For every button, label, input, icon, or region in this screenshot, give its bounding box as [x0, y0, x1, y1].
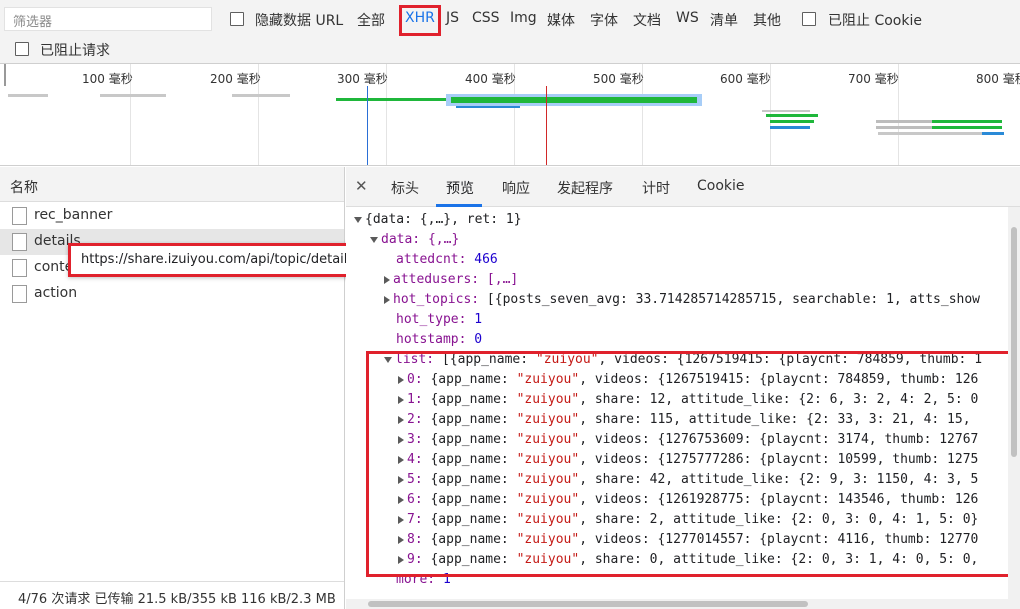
tab-headers[interactable]: 标头: [391, 178, 419, 198]
type-img-button[interactable]: Img: [510, 10, 537, 26]
request-bar: [451, 97, 697, 103]
range-handle[interactable]: [4, 64, 6, 86]
request-bar: [336, 98, 448, 101]
request-bar: [878, 132, 998, 135]
file-icon: [12, 259, 27, 277]
json-root-text: {data: {,…}, ret: 1}: [365, 212, 522, 227]
tab-initiator[interactable]: 发起程序: [557, 178, 613, 198]
list-highlight-box: [366, 351, 1020, 577]
tick-label: 600 毫秒: [720, 72, 771, 86]
file-icon: [12, 285, 27, 303]
url-tooltip: https://share.izuiyou.com/api/topic/deta…: [68, 243, 370, 277]
status-bar: 4/76 次请求 已传输 21.5 kB/355 kB 116 kB/2.3 M…: [0, 581, 344, 609]
xhr-highlight-box: [399, 5, 441, 36]
type-media-button[interactable]: 媒体: [547, 10, 575, 30]
tick-label: 300 毫秒: [337, 72, 388, 86]
collapse-triangle-icon[interactable]: [370, 236, 378, 243]
request-bar: [232, 94, 290, 97]
json-hot-type: hot_type: 1: [396, 312, 482, 332]
type-js-button[interactable]: JS: [446, 10, 459, 26]
file-icon: [12, 233, 27, 251]
detail-tabs: ✕ 标头 预览 响应 发起程序 计时 Cookie: [346, 167, 1020, 207]
tick-label: 100 毫秒: [82, 72, 133, 86]
type-other-button[interactable]: 其他: [753, 10, 781, 30]
request-bar: [932, 126, 1002, 129]
collapse-triangle-icon[interactable]: [354, 216, 362, 223]
active-tab-indicator: [436, 204, 482, 207]
blocked-cookie-label: 已阻止 Cookie: [828, 13, 922, 29]
blocked-cookie-checkbox[interactable]: [802, 12, 816, 26]
request-bar: [762, 110, 810, 112]
filter-input[interactable]: 筛选器: [4, 7, 212, 31]
type-manifest-button[interactable]: 清单: [710, 10, 738, 30]
type-ws-button[interactable]: WS: [676, 10, 699, 26]
expand-triangle-icon[interactable]: [384, 275, 390, 284]
json-attedusers[interactable]: attedusers: [,…]: [384, 272, 518, 292]
request-bar: [456, 106, 520, 108]
type-font-button[interactable]: 字体: [590, 10, 618, 30]
request-row[interactable]: action: [0, 281, 344, 307]
json-value: [{posts_seven_avg: 33.714285714285715, s…: [486, 292, 981, 307]
request-row[interactable]: rec_banner: [0, 203, 344, 229]
dom-content-loaded-marker: [367, 86, 368, 165]
name-column-header[interactable]: 名称: [0, 167, 344, 202]
json-hot-topics[interactable]: hot_topics: [{posts_seven_avg: 33.714285…: [384, 292, 980, 312]
tab-preview[interactable]: 预览: [446, 178, 474, 198]
tick-label: 400 毫秒: [465, 72, 516, 86]
request-bar: [100, 94, 166, 97]
tick-label: 200 毫秒: [210, 72, 261, 86]
request-bar: [932, 120, 1002, 123]
scrollbar-thumb[interactable]: [1011, 227, 1017, 457]
json-value: 0: [474, 332, 483, 347]
timeline-overview[interactable]: 100 毫秒 200 毫秒 300 毫秒 400 毫秒 500 毫秒 600 毫…: [0, 64, 1020, 166]
tick-label: 800 毫秒: [976, 72, 1020, 86]
json-key: hot_type:: [396, 312, 467, 327]
type-all-button[interactable]: 全部: [357, 10, 385, 30]
tick-label: 700 毫秒: [848, 72, 899, 86]
tab-cookies[interactable]: Cookie: [697, 178, 745, 194]
expand-triangle-icon[interactable]: [384, 295, 390, 304]
close-icon[interactable]: ✕: [355, 177, 368, 195]
json-key: attedcnt:: [396, 252, 467, 267]
horizontal-scrollbar[interactable]: [346, 599, 1020, 609]
tab-timing[interactable]: 计时: [642, 178, 670, 198]
json-data-node[interactable]: data: {,…}: [370, 232, 459, 252]
request-bar: [770, 120, 814, 123]
preview-panel: ✕ 标头 预览 响应 发起程序 计时 Cookie {data: {,…}, r…: [346, 167, 1020, 609]
hide-data-url-checkbox[interactable]: [230, 12, 244, 26]
blocked-requests-checkbox[interactable]: [15, 42, 29, 56]
name-header-label: 名称: [10, 180, 38, 196]
request-bar: [982, 132, 1004, 135]
vertical-scrollbar[interactable]: [1008, 207, 1020, 599]
filter-toolbar: 筛选器 隐藏数据 URL 全部 XHR JS CSS Img 媒体 字体 文档 …: [0, 0, 1020, 64]
request-bar: [770, 126, 810, 129]
request-name: action: [34, 285, 78, 301]
json-attedcnt: attedcnt: 466: [396, 252, 498, 272]
request-list-panel: 名称 rec_banner details conte action 4/76 …: [0, 167, 345, 609]
json-key: attedusers: [,…]: [393, 272, 519, 287]
request-bar: [766, 114, 818, 117]
json-key: hot_topics:: [393, 292, 480, 307]
tab-response[interactable]: 响应: [502, 178, 530, 198]
json-value: 466: [474, 252, 498, 267]
request-name: rec_banner: [34, 207, 113, 223]
type-css-button[interactable]: CSS: [472, 10, 500, 26]
status-text: 4/76 次请求 已传输 21.5 kB/355 kB 116 kB/2.3 M…: [18, 592, 336, 607]
tick-label: 500 毫秒: [593, 72, 644, 86]
json-value: 1: [474, 312, 483, 327]
url-tooltip-text: https://share.izuiyou.com/api/topic/deta…: [81, 252, 355, 267]
load-event-marker: [546, 86, 547, 165]
json-hotstamp: hotstamp: 0: [396, 332, 482, 352]
file-icon: [12, 207, 27, 225]
hide-data-url-label: 隐藏数据 URL: [255, 13, 344, 29]
json-key: hotstamp:: [396, 332, 467, 347]
scrollbar-thumb[interactable]: [368, 601, 808, 607]
request-bar: [8, 94, 48, 97]
type-doc-button[interactable]: 文档: [633, 10, 661, 30]
blocked-requests-label: 已阻止请求: [40, 43, 110, 59]
json-data-text: data: {,…}: [381, 232, 460, 247]
json-root[interactable]: {data: {,…}, ret: 1}: [354, 212, 522, 232]
